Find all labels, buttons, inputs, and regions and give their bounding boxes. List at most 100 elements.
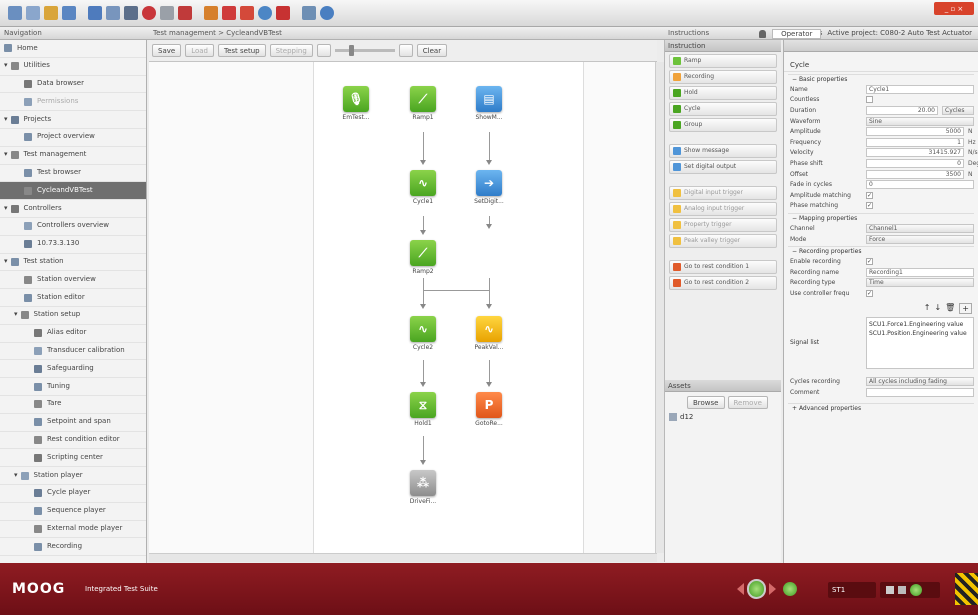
flow-node[interactable]: ∿ xyxy=(476,316,502,342)
recording-type-select[interactable]: Time xyxy=(866,278,974,288)
nav-item[interactable]: Sequence player xyxy=(0,503,146,521)
flow-node[interactable]: ⁂ xyxy=(410,470,436,496)
name-field[interactable]: Cycle1 xyxy=(866,84,974,94)
nav-item[interactable]: ▾ Station player xyxy=(0,467,146,485)
wrench-icon[interactable] xyxy=(160,6,174,20)
instruction-item[interactable]: Digital input trigger xyxy=(669,186,777,200)
signal-item[interactable]: SCU1.Force1.Engineering value xyxy=(869,320,971,329)
flow-node[interactable]: ⧖ xyxy=(410,392,436,418)
flow-node[interactable]: ⟋ xyxy=(410,240,436,266)
nav-item[interactable]: Rest condition editor xyxy=(0,432,146,450)
add-icon[interactable]: + xyxy=(959,302,972,314)
signal-list[interactable]: SCU1.Force1.Engineering value SCU1.Posit… xyxy=(866,316,974,369)
mapping-properties-header[interactable]: − Mapping properties xyxy=(788,213,974,223)
nav-item[interactable]: Tare xyxy=(0,396,146,414)
nav-item[interactable]: Controllers overview xyxy=(0,218,146,236)
flow-node[interactable]: ▤ xyxy=(476,86,502,112)
nav-item[interactable]: CycleandVBTest xyxy=(0,182,146,201)
pencil-icon[interactable] xyxy=(204,6,218,20)
window-controls[interactable]: _ ▫ × xyxy=(934,2,974,15)
nav-item[interactable]: Transducer calibration xyxy=(0,343,146,361)
duration-field[interactable]: 20.00 xyxy=(866,105,938,115)
offset-field[interactable]: 3500 xyxy=(866,169,964,179)
use-controller-checkbox[interactable]: ✓ xyxy=(866,289,873,297)
zoom-fit-button[interactable] xyxy=(316,44,331,57)
recording-properties-header[interactable]: − Recording properties xyxy=(788,246,974,256)
expand-chevron-icon[interactable]: ▾ xyxy=(4,57,8,75)
emergency-stop-icon[interactable] xyxy=(955,573,978,605)
countless-checkbox[interactable] xyxy=(866,96,873,104)
channel-select[interactable]: Channel1 xyxy=(866,223,974,233)
station-selector[interactable]: ST1 xyxy=(828,582,876,598)
signal-item[interactable]: SCU1.Position.Engineering value xyxy=(869,329,971,338)
nav-item[interactable]: Recording xyxy=(0,538,146,557)
next-arrow-icon[interactable] xyxy=(769,583,777,595)
browse-button[interactable]: Browse xyxy=(687,396,725,409)
nav-item[interactable]: Permissions xyxy=(0,93,146,112)
waveform-select[interactable]: Sine xyxy=(866,116,974,126)
instruction-item[interactable]: Ramp xyxy=(669,54,777,68)
nav-item[interactable]: Alias editor xyxy=(0,325,146,343)
save-button[interactable]: Save xyxy=(152,44,182,57)
nav-item[interactable]: 10.73.3.130 xyxy=(0,236,146,254)
nav-item[interactable]: Station overview xyxy=(0,271,146,290)
expand-chevron-icon[interactable]: ▾ xyxy=(4,253,8,271)
marker-icon[interactable] xyxy=(222,6,236,20)
asset-item[interactable]: d12 xyxy=(669,413,777,421)
expand-chevron-icon[interactable]: ▾ xyxy=(14,467,18,485)
parking-icon[interactable] xyxy=(276,6,290,20)
user-selector[interactable]: Operator xyxy=(772,28,822,39)
instruction-item[interactable]: Recording xyxy=(669,70,777,84)
flow-node[interactable]: ∿ xyxy=(410,170,436,196)
amplitude-field[interactable]: 5000 xyxy=(866,127,964,137)
nav-item[interactable]: ▾ Projects xyxy=(0,111,146,129)
document-icon[interactable] xyxy=(26,6,40,20)
horizontal-scrollbar[interactable] xyxy=(149,553,657,562)
nav-item[interactable]: Tuning xyxy=(0,378,146,396)
play-icon[interactable] xyxy=(783,582,797,596)
remove-button[interactable]: Remove xyxy=(727,396,768,409)
flag-icon[interactable] xyxy=(240,6,254,20)
previous-arrow-icon[interactable] xyxy=(737,583,744,595)
load-button[interactable]: Load xyxy=(185,44,214,57)
nav-item[interactable]: External mode player xyxy=(0,521,146,539)
test-setup-button[interactable]: Test setup xyxy=(217,44,266,57)
recording-name-field[interactable]: Recording1 xyxy=(866,267,974,277)
nav-item[interactable]: Test browser xyxy=(0,165,146,183)
frequency-field[interactable]: 1 xyxy=(866,137,964,147)
amplitude-matching-checkbox[interactable]: ✓ xyxy=(866,191,873,199)
grid-icon[interactable] xyxy=(302,6,316,20)
gear-icon[interactable] xyxy=(44,6,58,20)
record-icon[interactable] xyxy=(142,6,156,20)
instruction-item[interactable]: Cycle xyxy=(669,102,777,116)
nav-item[interactable]: ▾ Station setup xyxy=(0,307,146,325)
instruction-item[interactable]: Peak valley trigger xyxy=(669,234,777,248)
nav-item[interactable]: Setpoint and span xyxy=(0,414,146,432)
flow-node[interactable]: ➔ xyxy=(476,170,502,196)
clear-button[interactable]: Clear xyxy=(416,44,448,57)
fade-field[interactable]: 0 xyxy=(866,180,974,190)
station-on-icon[interactable] xyxy=(910,584,922,596)
delete-icon[interactable]: 🗑 xyxy=(945,303,955,314)
flow-node[interactable]: 🎙 xyxy=(343,86,369,112)
nav-item[interactable]: ▾ Test station xyxy=(0,254,146,272)
phase-shift-field[interactable]: 0 xyxy=(866,158,964,168)
instruction-item[interactable]: Analog input trigger xyxy=(669,202,777,216)
expand-chevron-icon[interactable]: ▾ xyxy=(14,306,18,324)
nav-item[interactable]: Scripting center xyxy=(0,449,146,468)
nav-item[interactable]: ▾ Controllers xyxy=(0,200,146,218)
expand-chevron-icon[interactable]: ▾ xyxy=(4,111,8,129)
phase-matching-checkbox[interactable]: ✓ xyxy=(866,202,873,210)
move-up-icon[interactable]: ↑ xyxy=(924,303,931,314)
nav-item[interactable]: ▾ Test management xyxy=(0,147,146,165)
camera-icon[interactable] xyxy=(124,6,138,20)
network-icon[interactable] xyxy=(62,6,76,20)
stepping-button[interactable]: Stepping xyxy=(269,44,313,57)
instruction-item[interactable]: Property trigger xyxy=(669,218,777,232)
move-down-icon[interactable]: ↓ xyxy=(934,303,941,314)
stop-icon[interactable] xyxy=(178,6,192,20)
hydraulics-icon[interactable] xyxy=(886,586,894,594)
flow-node[interactable]: P xyxy=(476,392,502,418)
instruction-item[interactable]: Group xyxy=(669,118,777,132)
zoom-slider[interactable] xyxy=(334,45,395,56)
